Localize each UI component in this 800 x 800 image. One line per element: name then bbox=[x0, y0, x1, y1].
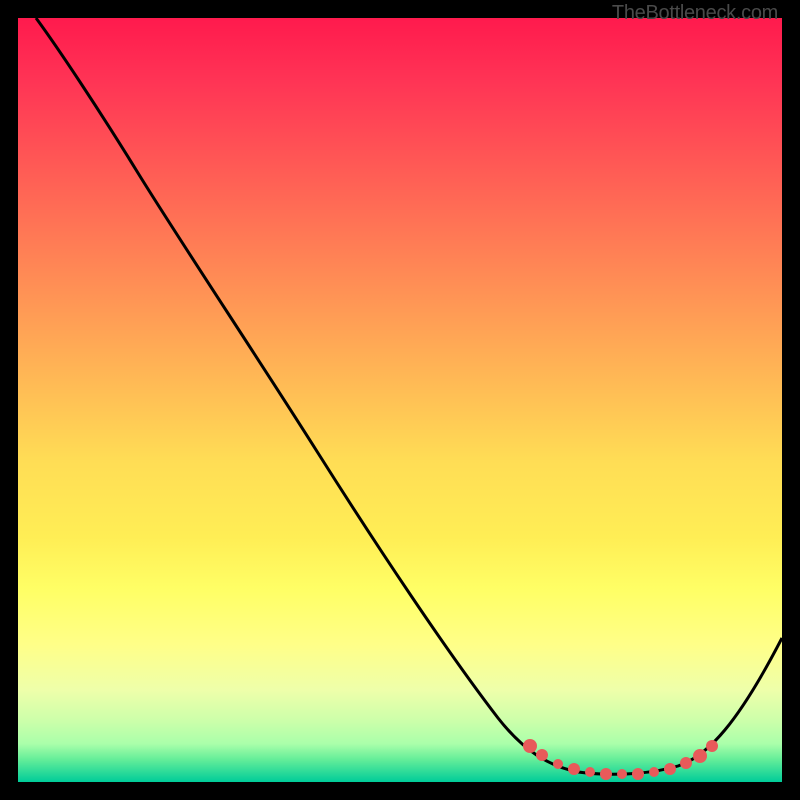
marker-dot bbox=[585, 767, 595, 777]
marker-dot bbox=[600, 768, 612, 780]
marker-dot bbox=[523, 739, 537, 753]
marker-dot bbox=[664, 763, 676, 775]
marker-dot bbox=[693, 749, 707, 763]
marker-dot bbox=[568, 763, 580, 775]
marker-dot bbox=[632, 768, 644, 780]
plot-area bbox=[18, 18, 782, 782]
chart-svg bbox=[18, 18, 782, 782]
chart-container: TheBottleneck.com bbox=[0, 0, 800, 800]
marker-dot bbox=[617, 769, 627, 779]
marker-dot bbox=[536, 749, 548, 761]
highlight-markers-group bbox=[523, 739, 718, 780]
marker-dot bbox=[553, 759, 563, 769]
marker-dot bbox=[649, 767, 659, 777]
marker-dot bbox=[680, 757, 692, 769]
marker-dot bbox=[706, 740, 718, 752]
bottleneck-curve-path bbox=[36, 18, 782, 774]
watermark-text: TheBottleneck.com bbox=[612, 2, 778, 25]
